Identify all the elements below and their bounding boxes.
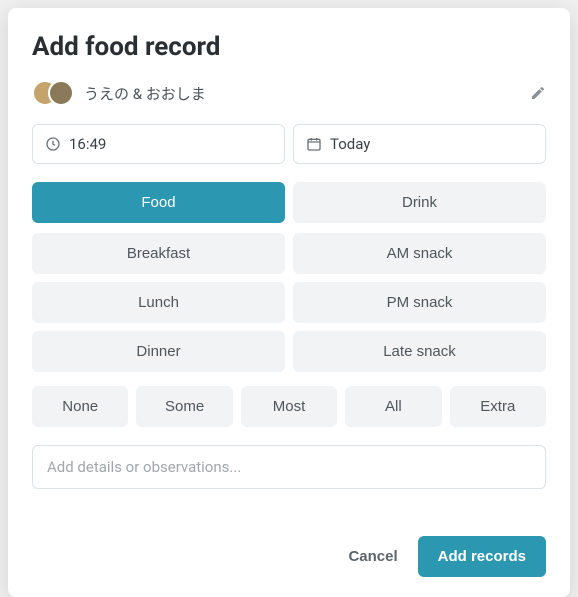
meal-dinner[interactable]: Dinner (32, 331, 285, 372)
modal-footer: Cancel Add records (8, 520, 570, 597)
type-tabs: Food Drink (32, 182, 546, 223)
amount-extra[interactable]: Extra (450, 386, 546, 427)
user-avatars (32, 80, 74, 106)
tab-drink[interactable]: Drink (293, 182, 546, 223)
modal-body: Add food record うえの & おおしま 16:49 (8, 8, 570, 520)
amount-none[interactable]: None (32, 386, 128, 427)
amount-options: None Some Most All Extra (32, 386, 546, 427)
cancel-button[interactable]: Cancel (348, 548, 397, 565)
clock-icon (45, 136, 61, 152)
time-value: 16:49 (69, 135, 106, 153)
details-textarea[interactable] (32, 445, 546, 489)
meal-breakfast[interactable]: Breakfast (32, 233, 285, 274)
amount-most[interactable]: Most (241, 386, 337, 427)
meal-pm-snack[interactable]: PM snack (293, 282, 546, 323)
meal-late-snack[interactable]: Late snack (293, 331, 546, 372)
date-input[interactable]: Today (293, 124, 546, 164)
meal-options: Breakfast AM snack Lunch PM snack Dinner… (32, 233, 546, 372)
user-name-label: うえの & おおしま (84, 83, 206, 104)
time-input[interactable]: 16:49 (32, 124, 285, 164)
amount-all[interactable]: All (345, 386, 441, 427)
meal-am-snack[interactable]: AM snack (293, 233, 546, 274)
edit-icon[interactable] (530, 85, 546, 101)
avatar-icon (48, 80, 74, 106)
time-date-row: 16:49 Today (32, 124, 546, 164)
add-food-record-modal: Add food record うえの & おおしま 16:49 (8, 8, 570, 597)
date-value: Today (330, 135, 370, 153)
calendar-icon (306, 136, 322, 152)
tab-food[interactable]: Food (32, 182, 285, 223)
meal-lunch[interactable]: Lunch (32, 282, 285, 323)
amount-some[interactable]: Some (136, 386, 232, 427)
add-records-button[interactable]: Add records (418, 536, 546, 577)
modal-title: Add food record (32, 32, 546, 62)
user-row: うえの & おおしま (32, 80, 546, 106)
